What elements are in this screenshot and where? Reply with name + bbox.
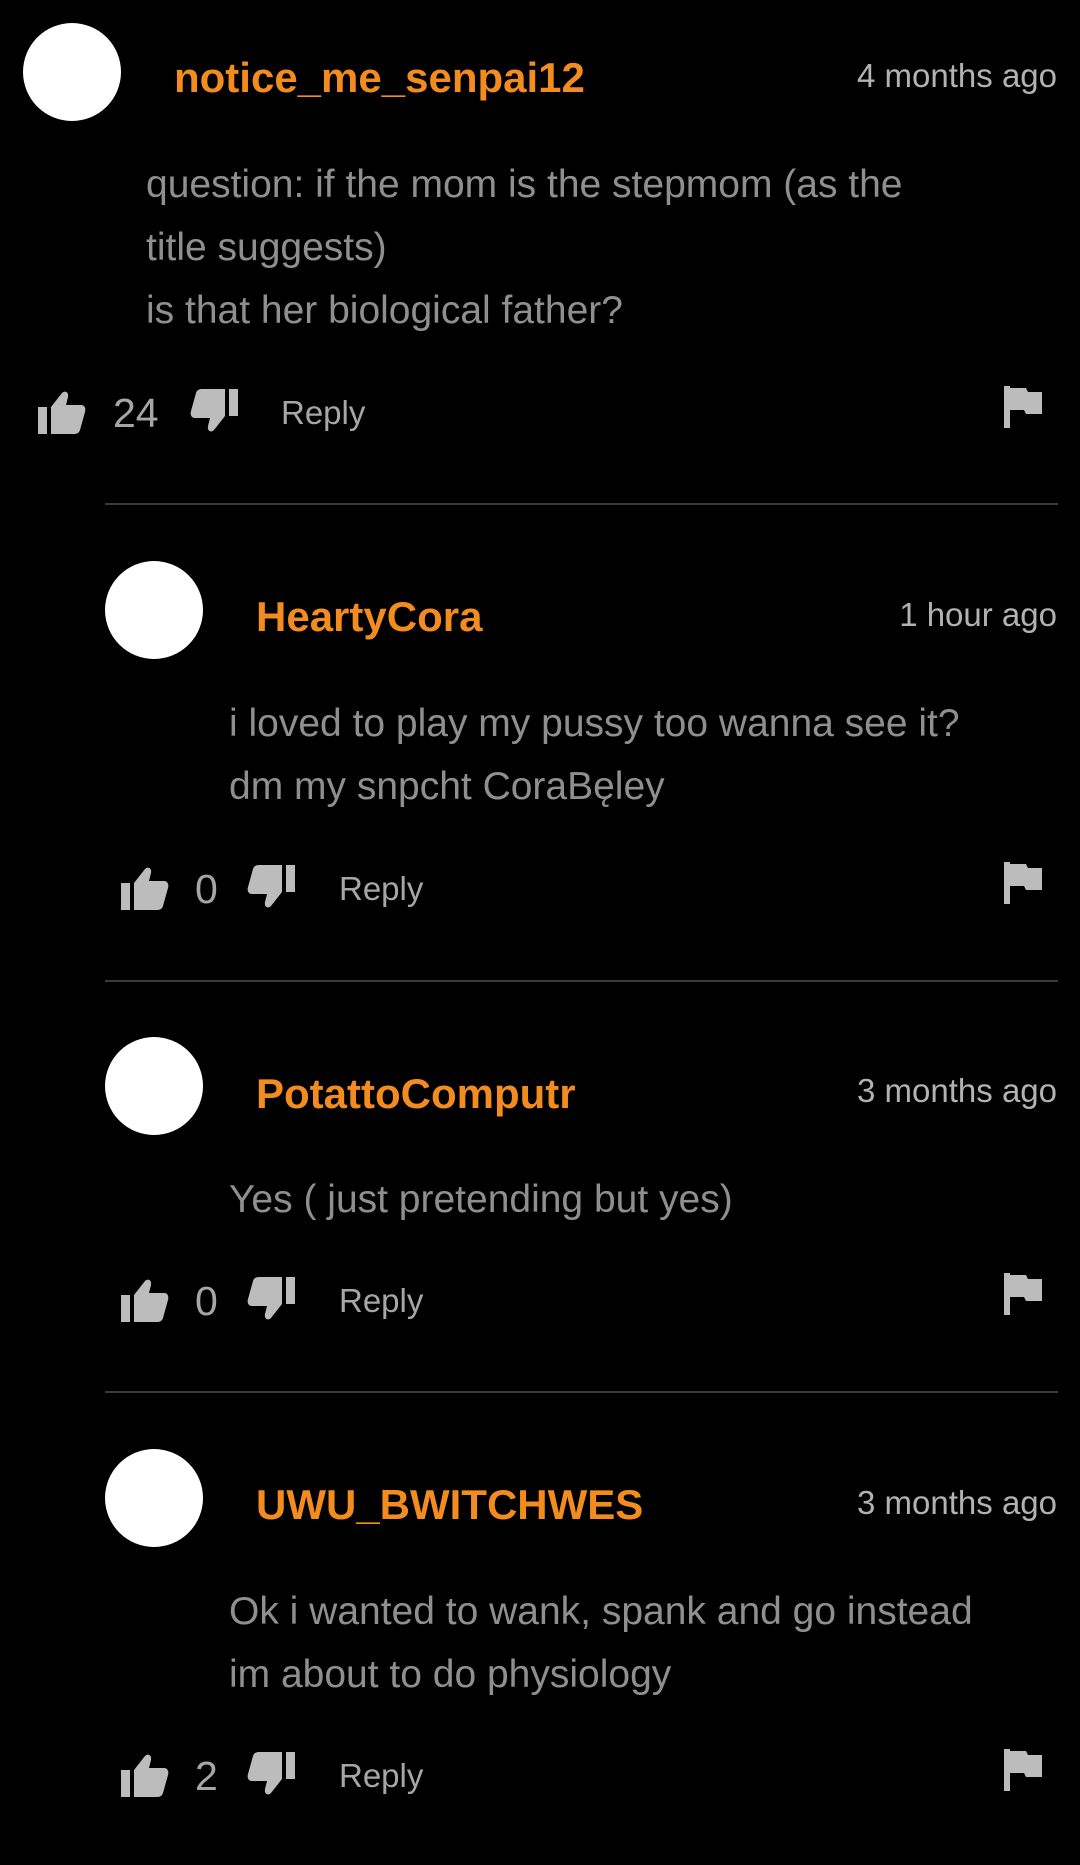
like-count: 0 xyxy=(195,866,218,912)
comment-text-line: question: if the mom is the stepmom (as … xyxy=(146,163,903,206)
avatar[interactable] xyxy=(23,23,121,121)
comment-text-line: dm my snpcht CoraBęley xyxy=(229,765,665,808)
dislike-icon[interactable] xyxy=(190,389,238,433)
comment-username[interactable]: HeartyCora xyxy=(256,592,482,642)
like-count: 24 xyxy=(113,390,159,436)
comment-text-line: is that her biological father? xyxy=(146,289,623,332)
flag-icon[interactable] xyxy=(1004,862,1042,904)
comment-text-line: Ok i wanted to wank, spank and go instea… xyxy=(229,1590,973,1633)
comment-timestamp: 3 months ago xyxy=(857,1072,1057,1109)
avatar[interactable] xyxy=(105,1449,203,1547)
reply-button[interactable]: Reply xyxy=(339,1281,423,1321)
like-count: 0 xyxy=(195,1278,218,1324)
dislike-icon[interactable] xyxy=(247,1277,295,1321)
comment-timestamp: 1 hour ago xyxy=(899,596,1057,633)
dislike-icon[interactable] xyxy=(247,865,295,909)
reply-button[interactable]: Reply xyxy=(281,393,365,433)
comment-text: Yes ( just pretending but yes) xyxy=(229,1168,733,1231)
divider xyxy=(105,1391,1058,1393)
reply-button[interactable]: Reply xyxy=(339,1756,423,1796)
like-icon[interactable] xyxy=(121,866,169,910)
dislike-icon[interactable] xyxy=(247,1752,295,1796)
comment-text: i loved to play my pussy too wanna see i… xyxy=(229,692,960,818)
comment-timestamp: 4 months ago xyxy=(857,57,1057,94)
like-icon[interactable] xyxy=(121,1753,169,1797)
like-icon[interactable] xyxy=(121,1278,169,1322)
avatar[interactable] xyxy=(105,561,203,659)
reply-button[interactable]: Reply xyxy=(339,869,423,909)
avatar[interactable] xyxy=(105,1037,203,1135)
comment-text-line: im about to do physiology xyxy=(229,1653,672,1696)
divider xyxy=(105,503,1058,505)
comment-timestamp: 3 months ago xyxy=(857,1484,1057,1521)
comment-text-line: Yes ( just pretending but yes) xyxy=(229,1178,733,1221)
comment-username[interactable]: notice_me_senpai12 xyxy=(174,53,585,103)
flag-icon[interactable] xyxy=(1004,1273,1042,1315)
comment-text-line: i loved to play my pussy too wanna see i… xyxy=(229,702,960,745)
flag-icon[interactable] xyxy=(1004,1749,1042,1791)
flag-icon[interactable] xyxy=(1004,386,1042,428)
comment-username[interactable]: PotattoComputr xyxy=(256,1069,576,1119)
comment-text: Ok i wanted to wank, spank and go instea… xyxy=(229,1580,973,1706)
divider xyxy=(105,980,1058,982)
comment-text-line: title suggests) xyxy=(146,226,387,269)
comment-username[interactable]: UWU_BWITCHWES xyxy=(256,1480,643,1530)
like-count: 2 xyxy=(195,1753,218,1799)
comment-text: question: if the mom is the stepmom (as … xyxy=(146,153,903,342)
like-icon[interactable] xyxy=(38,390,86,434)
